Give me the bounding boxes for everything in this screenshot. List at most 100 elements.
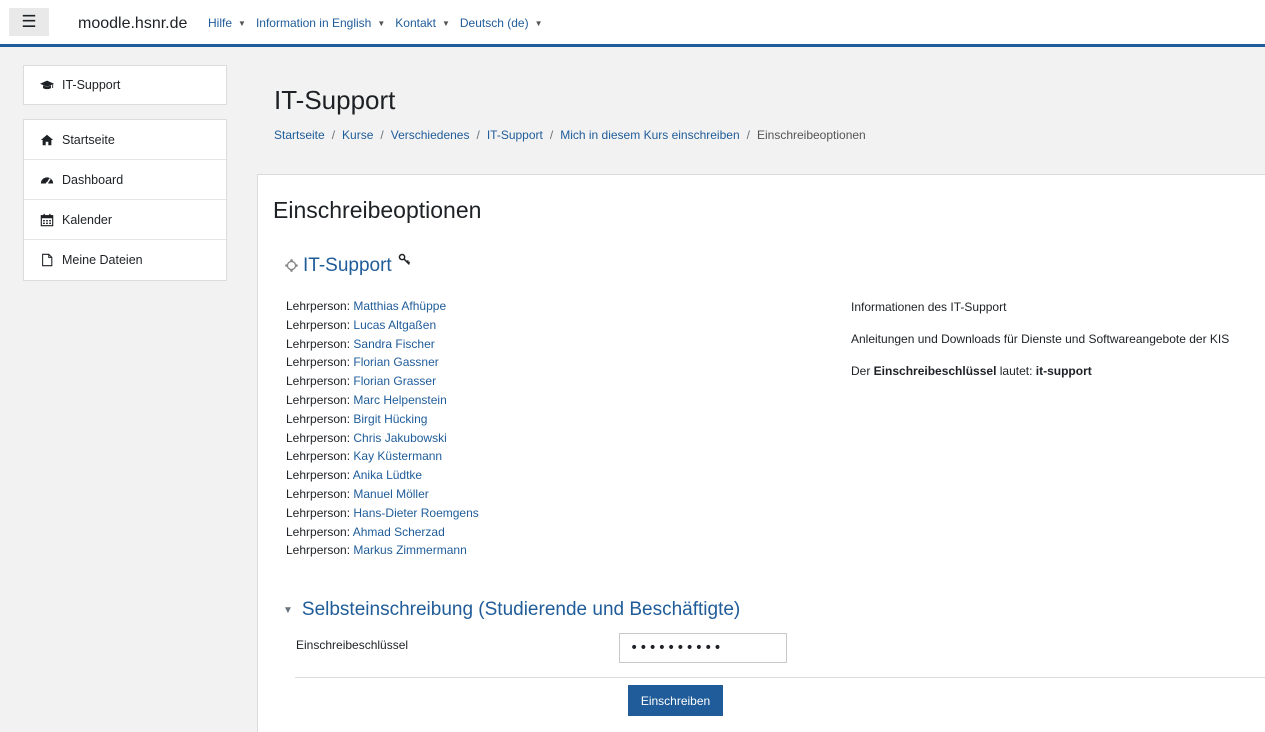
menu-language[interactable]: Deutsch (de) ▼ [460,0,543,47]
page-header: IT-Support Startseite / Kurse / Verschiedene… [258,47,1265,163]
breadcrumb-separator: / [746,128,750,142]
drawer-item-label: Kalender [62,212,113,227]
course-summary: Informationen des IT-Support Anleitungen… [851,299,1229,395]
breadcrumb-separator: / [380,128,384,142]
breadcrumb-it-support[interactable]: IT-Support [487,128,543,142]
list-item: Lehrperson: Ahmad Scherzad [286,523,479,542]
menu-label: Hilfe [208,16,233,30]
list-item: Lehrperson: Anika Lüdtke [286,466,479,485]
drawer-item-dashboard[interactable]: Dashboard [24,160,226,200]
teacher-link[interactable]: Hans-Dieter Roemgens [353,506,478,520]
summary-line: Informationen des IT-Support [851,300,1007,314]
breadcrumb-separator: / [476,128,480,142]
site-name-link[interactable]: moodle.hsnr.de [78,0,187,47]
hint-text: lautet: [996,364,1036,378]
teacher-link[interactable]: Florian Grasser [353,374,436,388]
course-name-link[interactable]: IT-Support [303,255,392,277]
list-item: Lehrperson: Marc Helpenstein [286,391,479,410]
main-region: Einschreibeoptionen IT-Support Lehrperso… [257,174,1265,732]
breadcrumb-separator: / [549,128,554,142]
teacher-link[interactable]: Markus Zimmermann [353,543,466,557]
teacher-role: Lehrperson: [286,411,354,426]
form-divider [295,677,1265,678]
list-item: Lehrperson: Chris Jakubowski [286,429,479,448]
teacher-role: Lehrperson: [286,449,354,464]
breadcrumb-enrol-me[interactable]: Mich in diesem Kurs einschreiben [560,128,739,142]
teacher-role: Lehrperson: [286,505,354,520]
menu-label: Deutsch (de) [459,16,529,30]
teacher-role: Lehrperson: [286,543,354,558]
teacher-role: Lehrperson: [286,336,354,351]
list-item: Lehrperson: Birgit Hücking [286,410,479,429]
breadcrumb-kurse[interactable]: Kurse [342,128,373,142]
breadcrumb-separator: / [331,128,336,142]
teacher-link[interactable]: Florian Gassner [353,355,438,369]
teacher-link[interactable]: Sandra Fischer [353,337,434,351]
teacher-role: Lehrperson: [286,355,354,370]
hint-key-value: it-support [1035,364,1092,378]
drawer-item-meine-dateien[interactable]: Meine Dateien [24,240,226,280]
main-heading: Einschreibeoptionen [273,197,482,223]
enrol-key-label: Einschreibeschlüssel [296,638,409,652]
caret-down-icon: ▼ [377,19,386,28]
enrol-key-input[interactable] [619,633,787,663]
drawer-item-course[interactable]: IT-Support [24,66,226,104]
list-item: Lehrperson: Matthias Afhüppe [286,297,479,316]
menu-information-in-english[interactable]: Information in English ▼ [256,0,385,47]
key-icon [398,253,410,265]
breadcrumb-verschiedenes[interactable]: Verschiedenes [391,128,470,142]
teacher-role: Lehrperson: [286,430,354,445]
teacher-link[interactable]: Chris Jakubowski [353,431,446,445]
hamburger-icon: ☰ [21,12,37,31]
summary-line: Anleitungen und Downloads für Dienste un… [851,332,1230,346]
menu-hilfe[interactable]: Hilfe ▼ [208,0,246,47]
file-icon [42,253,53,267]
list-item: Lehrperson: Kay Küstermann [286,447,479,466]
list-item: Lehrperson: Hans-Dieter Roemgens [286,504,479,523]
enrol-button[interactable]: Einschreiben [628,685,723,716]
breadcrumb-current: Einschreibeoptionen [756,128,866,142]
drawer-toggle-button[interactable]: ☰ [9,8,49,36]
teacher-role: Lehrperson: [286,299,354,313]
calendar-icon [40,213,54,226]
list-item: Lehrperson: Sandra Fischer [286,335,479,354]
teacher-role: Lehrperson: [286,524,353,539]
home-icon [40,134,54,145]
teacher-link[interactable]: Marc Helpenstein [353,393,446,407]
menu-kontakt[interactable]: Kontakt ▼ [395,0,450,47]
menu-label: Information in English [255,16,372,30]
nav-drawer: IT-Support Startseite Dashboard Kalender… [8,47,245,732]
collapse-down-icon: ▼ [283,604,293,616]
drawer-item-startseite[interactable]: Startseite [24,120,226,160]
teacher-link[interactable]: Kay Küstermann [353,449,442,463]
breadcrumb: Startseite / Kurse / Verschiedenes / IT-Suppor… [274,128,866,142]
hint-text: Der [851,364,874,378]
teacher-list: Lehrperson: Matthias Afhüppe Lehrperson:… [286,297,479,560]
list-item: Lehrperson: Lucas Altgaßen [286,316,479,335]
list-item: Lehrperson: Florian Gassner [286,353,479,372]
drawer-course-card: IT-Support [23,65,227,105]
top-navbar: ☰ moodle.hsnr.de Hilfe ▼ Information in … [0,0,1265,47]
page-title: IT-Support [274,85,396,115]
teacher-role: Lehrperson: [286,468,353,483]
breadcrumb-startseite[interactable]: Startseite [274,128,325,142]
teacher-link[interactable]: Lucas Altgaßen [353,318,436,332]
drawer-item-label: Dashboard [62,172,124,187]
list-item: Lehrperson: Manuel Möller [286,485,479,504]
teacher-link[interactable]: Matthias Afhüppe [353,299,446,313]
drawer-item-label: Meine Dateien [62,253,143,267]
teacher-role: Lehrperson: [286,486,354,501]
drawer-item-label: Startseite [62,132,115,147]
teacher-link[interactable]: Ahmad Scherzad [353,525,445,539]
teacher-role: Lehrperson: [286,374,354,389]
caret-down-icon: ▼ [534,19,543,28]
drawer-item-kalender[interactable]: Kalender [24,200,226,240]
teacher-link[interactable]: Anika Lüdtke [353,468,422,482]
teacher-link[interactable]: Birgit Hücking [353,412,427,426]
teacher-link[interactable]: Manuel Möller [353,487,428,501]
self-enrol-section-toggle[interactable]: ▼ Selbsteinschreibung (Studierende und B… [283,599,740,621]
dashboard-icon [40,176,54,185]
custom-menu: Hilfe ▼ Information in English ▼ Kontakt… [208,0,543,47]
enrol-key-hint: Der Einschreibeschlüssel lautet: it-supp… [851,363,1229,379]
graduation-cap-icon [40,80,54,90]
